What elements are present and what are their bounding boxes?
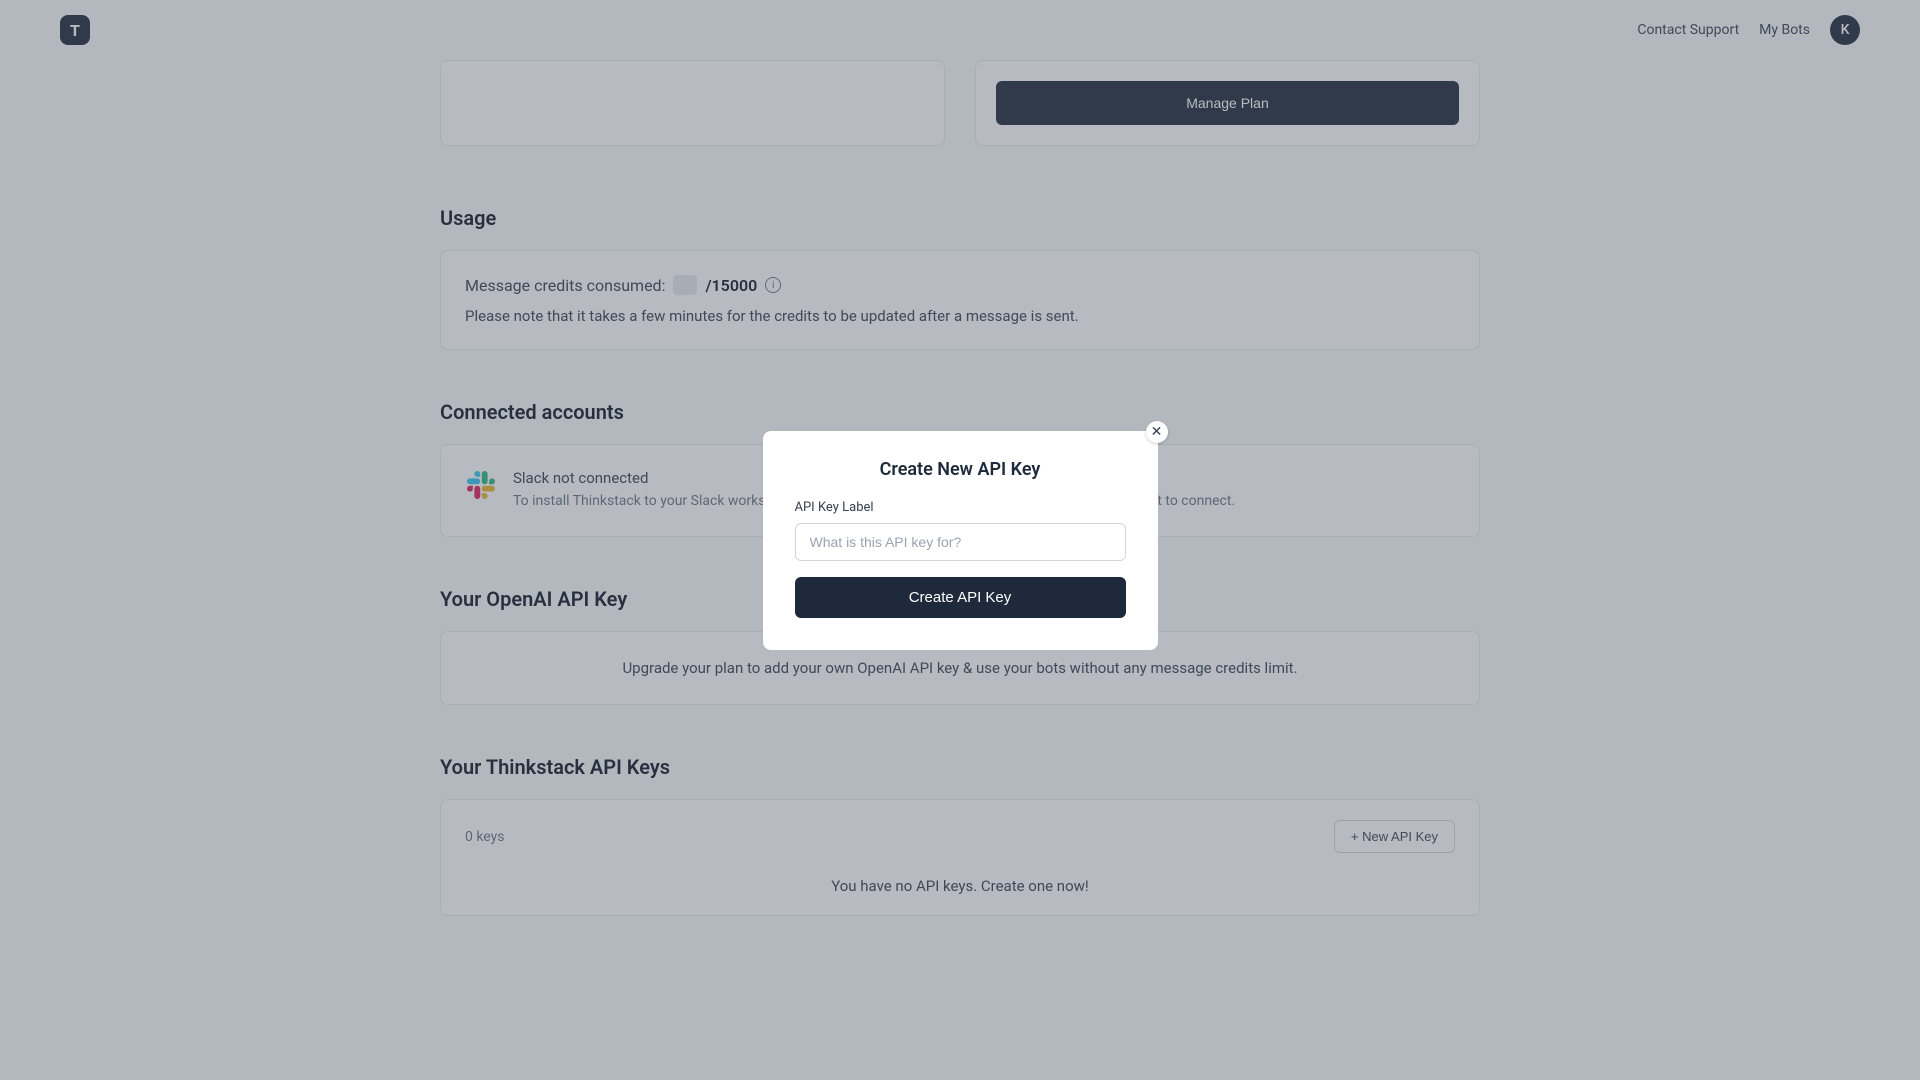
create-api-key-button[interactable]: Create API Key [795, 577, 1126, 618]
modal-title: Create New API Key [795, 459, 1126, 480]
api-key-label-label: API Key Label [795, 500, 1126, 515]
create-api-key-modal: ✕ Create New API Key API Key Label Creat… [763, 431, 1158, 650]
modal-close-button[interactable]: ✕ [1146, 421, 1168, 443]
modal-overlay[interactable]: ✕ Create New API Key API Key Label Creat… [0, 0, 1920, 1080]
api-key-label-input[interactable] [795, 523, 1126, 561]
